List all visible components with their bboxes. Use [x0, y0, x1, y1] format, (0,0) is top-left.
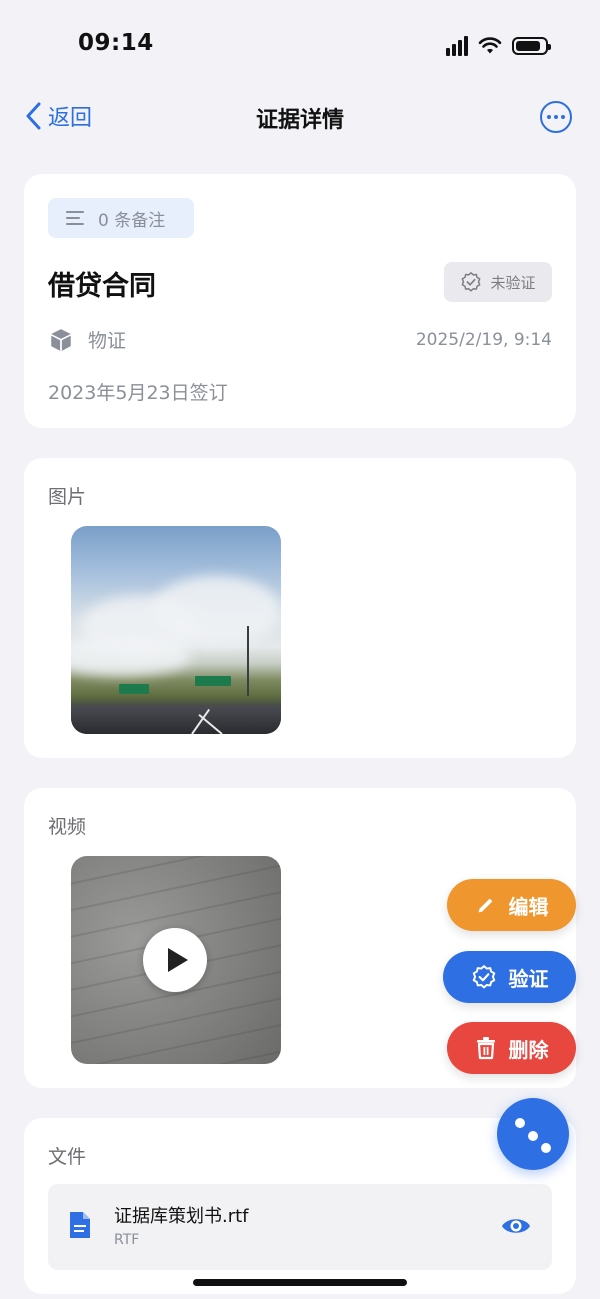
verify-status-badge: 未验证 — [444, 262, 552, 302]
delete-label: 删除 — [508, 1037, 549, 1062]
video-thumbnail[interactable] — [71, 856, 281, 1064]
image-thumbnail[interactable] — [71, 526, 281, 734]
edit-label: 编辑 — [508, 894, 549, 919]
trash-icon — [476, 1037, 495, 1060]
files-card: 文件 证据库策划书.rtf RTF — [24, 1118, 576, 1294]
notes-chip[interactable]: 0 条备注 — [48, 198, 194, 238]
badge-check-icon — [462, 272, 481, 292]
created-time: 2025/2/19, 9:14 — [415, 330, 552, 350]
document-icon — [70, 1212, 90, 1238]
verify-status-text: 未验证 — [490, 273, 536, 292]
play-icon[interactable] — [143, 928, 207, 992]
images-section-label: 图片 — [48, 486, 87, 508]
actions-fab[interactable] — [497, 1098, 569, 1170]
file-row[interactable]: 证据库策划书.rtf RTF — [48, 1184, 552, 1270]
status-time: 09:14 — [78, 30, 154, 56]
wifi-icon — [478, 37, 502, 54]
verify-label: 验证 — [508, 966, 549, 991]
signal-icon — [446, 36, 468, 56]
evidence-info-card: 0 条备注 借贷合同 未验证 物证 2025/2/19, 9:14 2023年5… — [24, 174, 576, 428]
category-row: 物证 — [48, 326, 126, 353]
notes-count: 0 条备注 — [98, 210, 166, 231]
status-icons — [446, 36, 551, 56]
more-button[interactable] — [540, 101, 572, 133]
delete-button[interactable]: 删除 — [447, 1022, 576, 1074]
back-label: 返回 — [48, 106, 93, 131]
file-name: 证据库策划书.rtf — [114, 1206, 249, 1227]
verify-button[interactable]: 验证 — [443, 951, 576, 1003]
images-card: 图片 — [24, 458, 576, 758]
chevron-left-icon — [26, 102, 41, 130]
box-icon — [51, 328, 71, 351]
more-icon — [547, 115, 551, 119]
files-section-label: 文件 — [48, 1146, 87, 1168]
edit-button[interactable]: 编辑 — [447, 879, 576, 931]
battery-icon — [512, 37, 551, 55]
pencil-icon — [478, 898, 492, 913]
verify-badge-icon — [472, 965, 495, 989]
eye-icon[interactable] — [500, 1215, 532, 1237]
home-indicator — [193, 1279, 407, 1286]
category-label: 物证 — [88, 330, 127, 352]
back-button[interactable]: 返回 — [24, 100, 92, 132]
video-section-label: 视频 — [48, 816, 87, 838]
evidence-description: 2023年5月23日签订 — [48, 382, 228, 404]
evidence-title: 借贷合同 — [48, 271, 156, 302]
file-type: RTF — [114, 1232, 140, 1248]
notes-icon — [66, 211, 84, 225]
dots-icon — [515, 1118, 525, 1128]
